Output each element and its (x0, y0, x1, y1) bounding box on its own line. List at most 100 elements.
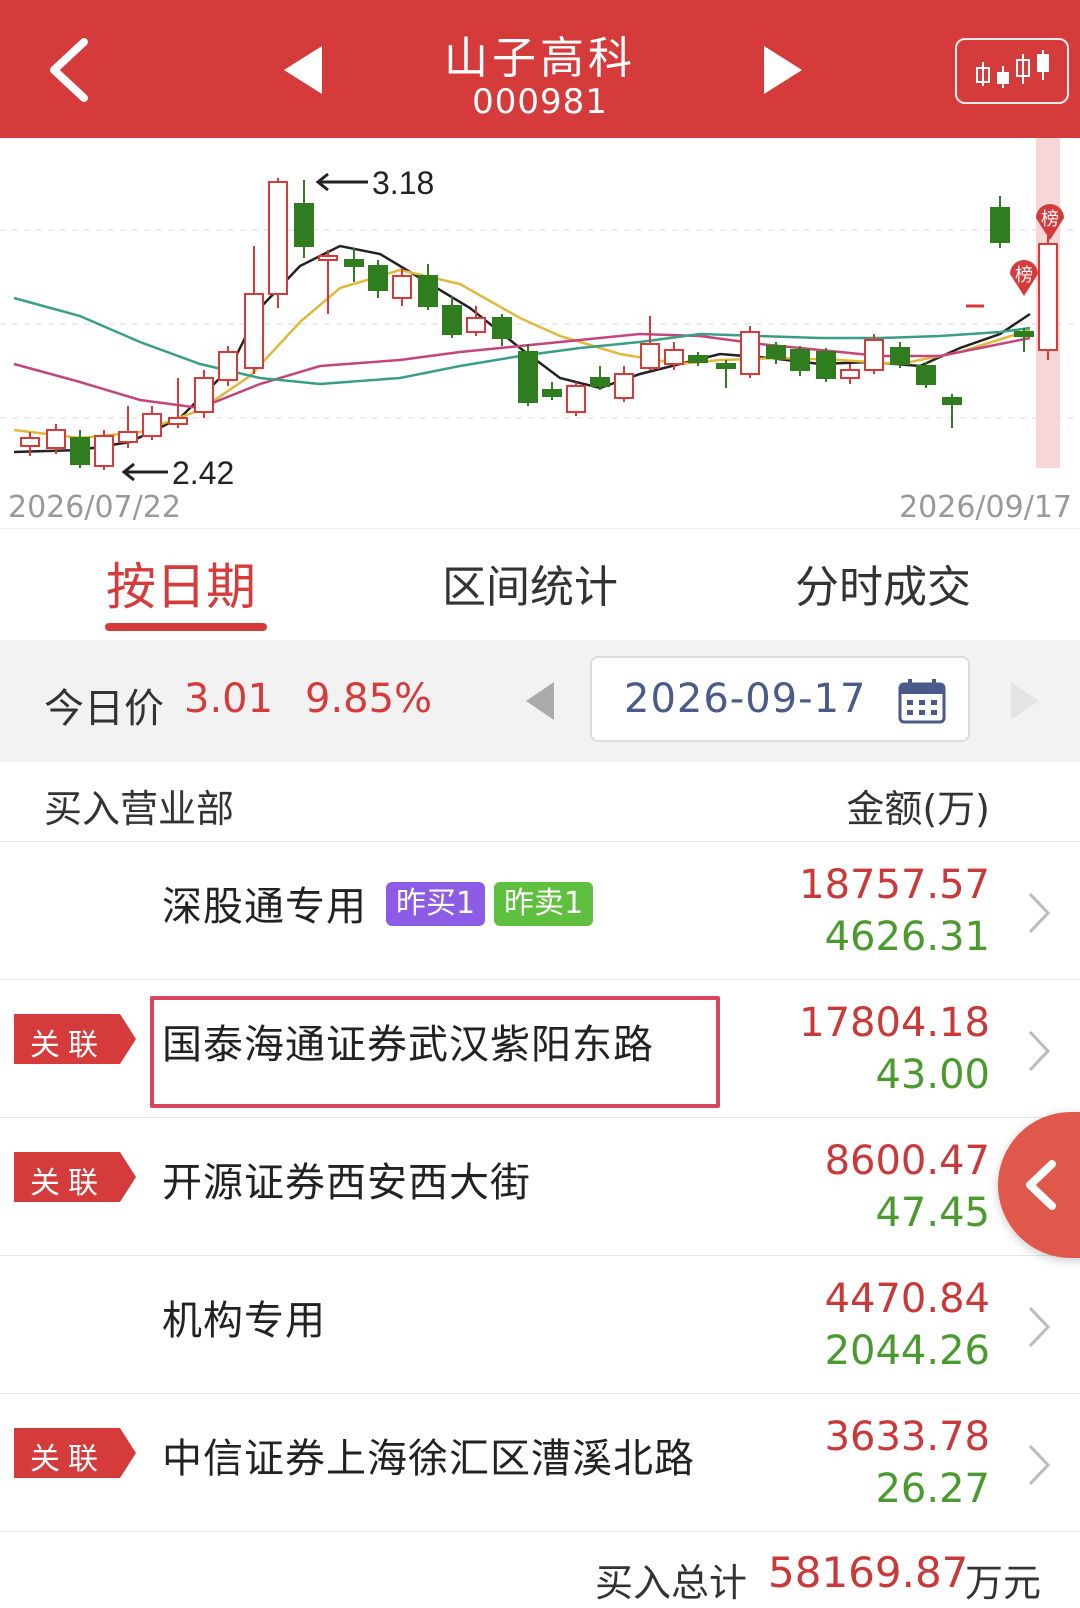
candle-body (790, 349, 810, 371)
yesterday-buy-tag: 昨买1 (386, 882, 486, 926)
ranking-marker-label: 榜 (1041, 209, 1059, 230)
back-arrow-icon[interactable] (38, 30, 108, 110)
chart-end-date: 2026/09/17 (899, 490, 1072, 525)
associated-label: 关联 (30, 1028, 106, 1063)
next-date-icon[interactable] (1005, 678, 1045, 724)
previous-date-icon[interactable] (520, 678, 560, 724)
kline-chart-svg: 3.182.42榜榜 (0, 138, 1080, 491)
today-price-label: 今日价 (44, 686, 164, 732)
table-header: 买入营业部 金额(万) (0, 762, 1080, 842)
candle-body (368, 265, 388, 291)
date-picker[interactable]: 2026-09-17 (590, 656, 970, 742)
candle-body (46, 429, 66, 449)
associated-badge: 关联 (14, 1424, 138, 1478)
candle-body (294, 203, 314, 247)
previous-stock-icon[interactable] (278, 40, 338, 100)
candle-body (168, 417, 188, 425)
tab-by-date[interactable]: 按日期 (106, 547, 256, 619)
candle-body (268, 181, 288, 295)
price-bar: 今日价 3.01 9.85% 2026-09-17 (0, 640, 1080, 762)
candle-body (318, 255, 338, 261)
candle-body (716, 363, 736, 369)
tab-bar: 按日期 区间统计 分时成交 (0, 528, 1080, 640)
branch-name: 中信证券上海徐汇区漕溪北路 (162, 1436, 695, 1482)
candle-body (442, 305, 462, 335)
candle-body (942, 397, 962, 405)
buy-amount: 3633.78 (824, 1414, 990, 1460)
buy-total-unit: 万元 (965, 1561, 1042, 1605)
chevron-right-icon (1028, 1030, 1051, 1072)
candle-body (1038, 243, 1058, 351)
calendar-icon (898, 679, 946, 724)
buy-amount: 8600.47 (824, 1138, 990, 1184)
candle-body (118, 431, 138, 443)
candlestick-icon (976, 50, 1049, 88)
sell-amount: 2044.26 (824, 1328, 990, 1374)
chevron-right-icon (1028, 1306, 1051, 1348)
chevron-right-icon (1028, 892, 1051, 934)
candle-body (218, 351, 238, 381)
chevron-left-icon (1026, 1160, 1056, 1210)
candle-body (664, 349, 684, 365)
table-row[interactable]: 关联 中信证券上海徐汇区漕溪北路 3633.78 26.27 (0, 1394, 1080, 1532)
buy-total-label: 买入总计 (595, 1561, 748, 1605)
candle-body (840, 369, 860, 379)
candle-body (542, 389, 562, 397)
associated-badge: 关联 (14, 1148, 138, 1202)
candle-body (142, 413, 162, 437)
candle-body (70, 437, 90, 465)
price-change-percent: 9.85% (305, 676, 433, 722)
associated-badge: 关联 (14, 1010, 138, 1064)
candle-body (640, 343, 660, 369)
candle-body (590, 377, 610, 387)
buy-branch-header: 买入营业部 (44, 787, 235, 831)
low-price-label: 2.42 (172, 455, 234, 491)
today-price-value: 3.01 (184, 676, 274, 722)
candle-body (392, 275, 412, 299)
candle-body (466, 317, 486, 333)
next-stock-icon[interactable] (748, 40, 808, 100)
buy-amount: 4470.84 (824, 1276, 990, 1322)
candle-body (344, 259, 364, 267)
table-row[interactable]: 深股通专用 昨买1 昨卖1 18757.57 4626.31 (0, 842, 1080, 980)
candle-body (990, 207, 1010, 243)
candle-body (492, 317, 512, 339)
candle-body (740, 331, 760, 375)
candle-body (864, 339, 884, 371)
active-tab-indicator (105, 623, 267, 631)
sell-amount: 4626.31 (824, 914, 990, 960)
top-bar: 山子高科 000981 (0, 0, 1080, 138)
buy-amount: 17804.18 (799, 1000, 990, 1046)
kline-toggle-button[interactable] (955, 38, 1069, 104)
selected-date: 2026-09-17 (624, 676, 867, 722)
kline-chart[interactable]: 3.18 2.42 榜榜 2026/07/22 2026/09/17 (0, 138, 1080, 528)
sell-amount: 43.00 (875, 1052, 990, 1098)
chevron-right-icon (1028, 1444, 1051, 1486)
branch-name: 深股通专用 (162, 884, 367, 930)
stock-code: 000981 (472, 82, 608, 122)
associated-label: 关联 (30, 1442, 106, 1477)
tab-intraday-trades[interactable]: 分时成交 (795, 551, 971, 615)
buy-total-bar: 买入总计 58169.87 万元 (0, 1540, 1080, 1608)
candle-body (614, 373, 634, 399)
candle-body (890, 347, 910, 365)
candle-body (816, 351, 836, 379)
candle-body (916, 365, 936, 385)
candle-body (518, 351, 538, 403)
candle-body (766, 345, 786, 359)
table-row[interactable]: 机构专用 4470.84 2044.26 (0, 1256, 1080, 1394)
tab-interval-stats[interactable]: 区间统计 (442, 551, 618, 615)
branch-name: 机构专用 (162, 1298, 326, 1344)
highlight-box (150, 996, 720, 1108)
candle-body (194, 377, 214, 413)
high-price-label: 3.18 (372, 165, 434, 201)
candle-body (566, 385, 586, 413)
chart-start-date: 2026/07/22 (8, 490, 181, 525)
buy-total-value: 58169.87 (768, 1548, 969, 1597)
amount-header: 金额(万) (846, 787, 990, 831)
stock-name: 山子高科 (444, 33, 636, 84)
table-row[interactable]: 关联 开源证券西安西大街 8600.47 47.45 (0, 1118, 1080, 1256)
candle-body (1014, 331, 1034, 337)
sell-amount: 47.45 (875, 1190, 990, 1236)
table-row[interactable]: 关联 国泰海通证券武汉紫阳东路 17804.18 43.00 (0, 980, 1080, 1118)
